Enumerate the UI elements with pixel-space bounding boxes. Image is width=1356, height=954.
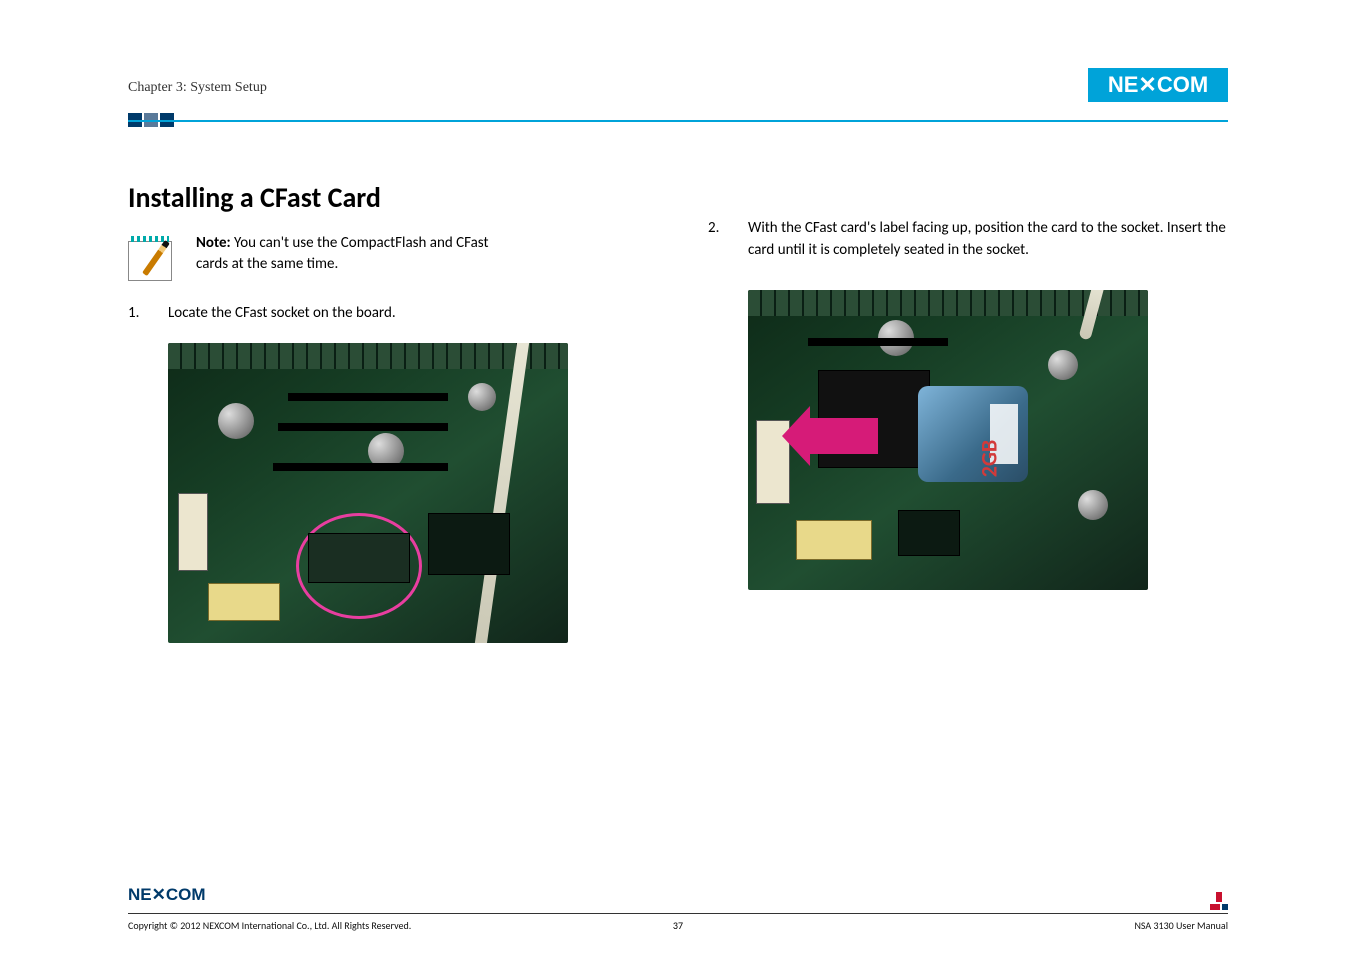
step-text-1: Locate the CFast socket on the board.: [168, 303, 396, 325]
photo-locate-socket: [168, 343, 568, 643]
footer-copyright: Copyright © 2012 NEXCOM International Co…: [128, 919, 411, 932]
step-text-2: With the CFast card's label facing up, p…: [748, 218, 1228, 262]
photo-insert-card: 2GB: [748, 290, 1148, 590]
note-icon: [128, 233, 178, 283]
brand-logo-footer: NE✕COM: [128, 883, 218, 910]
footer-manual: NSA 3130 User Manual: [1134, 919, 1228, 932]
insert-arrow-icon: [808, 418, 878, 454]
footer-page-number: 37: [673, 919, 683, 932]
brand-logo-top: NE✕COM: [1088, 68, 1228, 107]
header-rule: [128, 120, 1228, 122]
decorative-corner: [1210, 892, 1228, 910]
cfast-card: 2GB: [918, 386, 1028, 482]
step-number-2: 2.: [708, 218, 730, 262]
section-heading: Installing a CFast Card: [128, 180, 648, 215]
note-text: Note: You can't use the CompactFlash and…: [196, 233, 516, 275]
svg-text:NE✕COM: NE✕COM: [128, 885, 206, 904]
card-capacity-label: 2GB: [976, 439, 1003, 477]
note-label: Note:: [196, 234, 231, 252]
footer-rule: [128, 913, 1228, 914]
svg-text:NE✕COM: NE✕COM: [1108, 72, 1208, 97]
note-body: You can't use the CompactFlash and CFast…: [196, 234, 489, 273]
chapter-label: Chapter 3: System Setup: [128, 80, 1228, 96]
step-number-1: 1.: [128, 303, 150, 325]
